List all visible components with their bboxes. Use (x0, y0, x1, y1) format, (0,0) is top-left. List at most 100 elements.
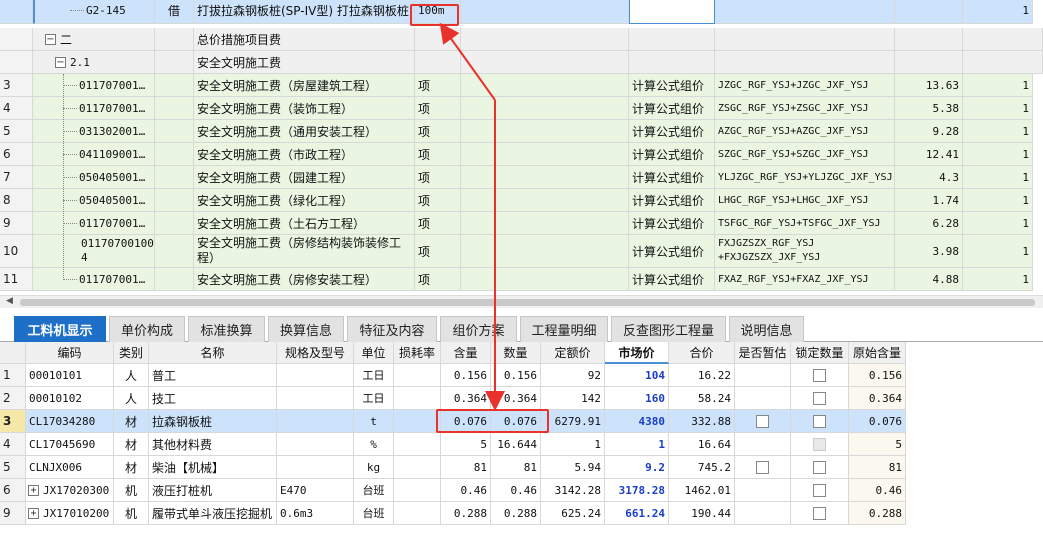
formula-cell[interactable]: TSFGC_RGF_YSJ+TSFGC_JXF_YSJ (715, 212, 895, 235)
expand-icon[interactable]: + (28, 484, 39, 496)
name-cell[interactable]: 柴油【机械】 (149, 456, 277, 479)
name-cell[interactable]: 履带式单斗液压挖掘机 (149, 502, 277, 525)
material-row[interactable]: 1 00010101 人普工 工日 0.156 0.156 92 104 16.22 0.156 (0, 364, 1043, 387)
code-cell[interactable]: 01170700100 4 (33, 235, 155, 268)
header-code[interactable]: 编码 (26, 342, 114, 364)
table-row[interactable]: 11 011707001… 安全文明施工费（房修安装工程） 项 计算公式组价 F… (0, 268, 1043, 291)
estimate-cell[interactable] (735, 502, 791, 525)
quantity-cell[interactable]: 81 (491, 456, 541, 479)
table-row[interactable]: 6 041109001… 安全文明施工费（市政工程）项 计算公式组价 SZGC_RGF_… (0, 143, 1043, 166)
table-row[interactable]: 5 031302001… 安全文明施工费（通用安装工程）项 计算公式组价 AZGC_RG… (0, 120, 1043, 143)
material-row[interactable]: 6 + JX17020300 机液压打桩机 E470 台班 0.46 0.46 3142.28 3… (0, 479, 1043, 502)
formula-cell[interactable]: JZGC_RGF_YSJ+JZGC_JXF_YSJ (715, 74, 895, 97)
unit-cell[interactable]: 项 (415, 189, 461, 212)
estimate-checkbox[interactable] (756, 414, 769, 428)
name-cell[interactable]: 总价措施项目费 (194, 28, 415, 51)
unit-cell[interactable]: 项 (415, 97, 461, 120)
estimate-cell[interactable] (735, 433, 791, 456)
market-price-cell[interactable]: 4380 (605, 410, 669, 433)
expand-icon[interactable]: + (28, 507, 39, 519)
loss-cell[interactable] (394, 433, 441, 456)
unit-cell[interactable]: 项 (415, 268, 461, 291)
horizontal-scrollbar[interactable]: ◀ (0, 295, 1043, 308)
unit-cell[interactable]: kg (354, 456, 394, 479)
collapse-icon[interactable]: − (55, 56, 66, 68)
table-row[interactable]: 10 01170700100 4 安全文明施工费（房修结构装饰装修工 程） 项 … (0, 235, 1043, 268)
estimate-cell[interactable] (735, 364, 791, 387)
name-cell[interactable]: 液压打桩机 (149, 479, 277, 502)
quantity-cell[interactable]: 0.288 (491, 502, 541, 525)
quantity-cell[interactable]: 16.644 (491, 433, 541, 456)
lock-cell[interactable] (791, 456, 849, 479)
unit-cell[interactable]: 工日 (354, 387, 394, 410)
spec-cell[interactable]: E470 (277, 479, 354, 502)
header-loss[interactable]: 损耗率 (394, 342, 441, 364)
header-unit[interactable]: 单位 (354, 342, 394, 364)
header-spec[interactable]: 规格及型号 (277, 342, 354, 364)
name-cell[interactable]: 安全文明施工费（房修安装工程） (194, 268, 415, 291)
estimate-cell[interactable] (735, 387, 791, 410)
estimate-cell[interactable] (735, 410, 791, 433)
name-cell[interactable]: 拉森钢板桩 (149, 410, 277, 433)
lock-quantity-checkbox[interactable] (813, 414, 826, 428)
header-original-content[interactable]: 原始含量 (849, 342, 906, 364)
name-cell[interactable]: 其他材料费 (149, 433, 277, 456)
tab-quantity-detail[interactable]: 工程量明细 (520, 316, 608, 342)
name-cell[interactable]: 安全文明施工费（房修结构装饰装修工 程） (194, 235, 415, 268)
code-cell[interactable]: 050405001… (33, 166, 155, 189)
method-cell[interactable]: 计算公式组价 (629, 120, 715, 143)
tab-pricing-scheme[interactable]: 组价方案 (440, 316, 517, 342)
material-row[interactable]: 9 + JX17010200 机履带式单斗液压挖掘机 0.6m3 台班 0.288 0.288… (0, 502, 1043, 525)
name-cell[interactable]: 安全文明施工费（房屋建筑工程） (194, 74, 415, 97)
name-cell[interactable]: 安全文明施工费（土石方工程） (194, 212, 415, 235)
estimate-checkbox[interactable] (756, 460, 769, 474)
code-cell[interactable]: G2-145 (33, 0, 155, 24)
formula-cell[interactable]: YLJZGC_RGF_YSJ+YLJZGC_JXF_YSJ (715, 166, 895, 189)
header-name[interactable]: 名称 (149, 342, 277, 364)
market-price-cell[interactable]: 9.2 (605, 456, 669, 479)
unit-cell[interactable]: t (354, 410, 394, 433)
method-cell[interactable]: 计算公式组价 (629, 143, 715, 166)
loss-cell[interactable] (394, 387, 441, 410)
loss-cell[interactable] (394, 456, 441, 479)
table-row-section-two[interactable]: − 二 总价措施项目费 (0, 28, 1043, 51)
unit-cell[interactable]: 台班 (354, 479, 394, 502)
code-cell[interactable]: + JX17020300 (26, 479, 114, 502)
unit-cell[interactable]: 项 (415, 143, 461, 166)
unit-cell[interactable]: 项 (415, 235, 461, 268)
lock-quantity-checkbox[interactable] (813, 506, 826, 520)
loss-cell[interactable] (394, 479, 441, 502)
method-input[interactable] (629, 0, 715, 24)
lock-cell[interactable] (791, 387, 849, 410)
market-price-cell[interactable]: 104 (605, 364, 669, 387)
loss-cell[interactable] (394, 410, 441, 433)
spec-cell[interactable] (277, 410, 354, 433)
code-cell[interactable]: CL17034280 (26, 410, 114, 433)
market-price-cell[interactable]: 661.24 (605, 502, 669, 525)
lock-quantity-checkbox[interactable] (813, 460, 826, 474)
header-lock-quantity[interactable]: 锁定数量 (791, 342, 849, 364)
tab-notes[interactable]: 说明信息 (729, 316, 804, 342)
table-row-g2-145[interactable]: G2-145 借 打拔拉森钢板桩(SP-IV型) 打拉森钢板桩 100m 1 (0, 0, 1043, 24)
code-cell[interactable]: 011707001… (33, 212, 155, 235)
unit-cell[interactable]: 项 (415, 74, 461, 97)
formula-cell[interactable]: FXJGZSZX_RGF_YSJ +FXJGZSZX_JXF_YSJ (715, 235, 895, 268)
name-cell[interactable]: 打拔拉森钢板桩(SP-IV型) 打拉森钢板桩 (194, 0, 415, 24)
name-cell[interactable]: 技工 (149, 387, 277, 410)
code-cell[interactable]: CLNJX006 (26, 456, 114, 479)
spec-cell[interactable] (277, 387, 354, 410)
lock-quantity-checkbox[interactable] (813, 483, 826, 497)
lock-cell[interactable] (791, 433, 849, 456)
material-row[interactable]: 4 CL17045690 材其他材料费% 5 16.644 1 1 16.64 5 (0, 433, 1043, 456)
code-cell[interactable]: 041109001… (33, 143, 155, 166)
header-total[interactable]: 合价 (669, 342, 735, 364)
name-cell[interactable]: 普工 (149, 364, 277, 387)
header-category[interactable]: 类别 (114, 342, 149, 364)
method-cell[interactable]: 计算公式组价 (629, 74, 715, 97)
code-cell[interactable]: 00010102 (26, 387, 114, 410)
code-cell[interactable]: 050405001… (33, 189, 155, 212)
table-row-section-2-1[interactable]: −2.1 安全文明施工费 (0, 51, 1043, 74)
name-cell[interactable]: 安全文明施工费（通用安装工程） (194, 120, 415, 143)
lock-cell[interactable] (791, 479, 849, 502)
market-price-cell[interactable]: 3178.28 (605, 479, 669, 502)
